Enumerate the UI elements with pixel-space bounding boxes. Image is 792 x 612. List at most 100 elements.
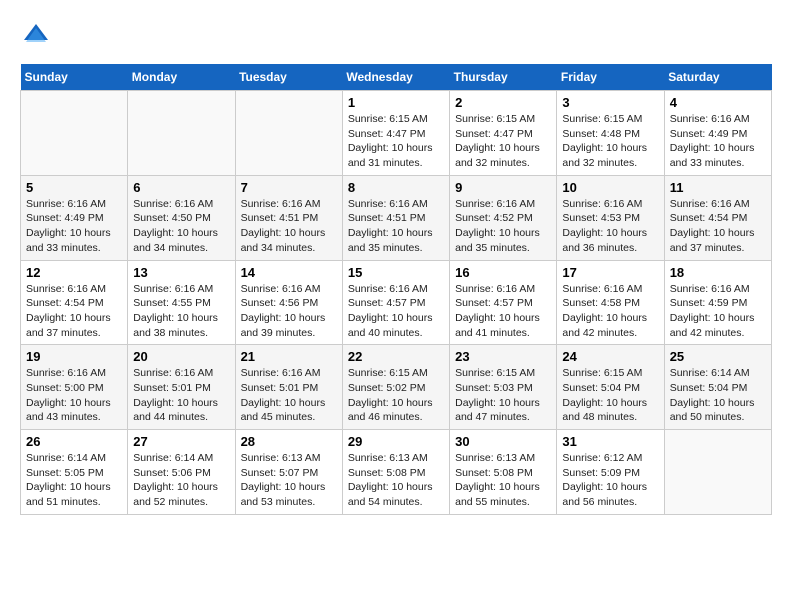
week-row-5: 26 Sunrise: 6:14 AM Sunset: 5:05 PM Dayli… xyxy=(21,430,772,515)
week-row-2: 5 Sunrise: 6:16 AM Sunset: 4:49 PM Daylig… xyxy=(21,175,772,260)
calendar-cell: 10 Sunrise: 6:16 AM Sunset: 4:53 PM Dayli… xyxy=(557,175,664,260)
day-number: 31 xyxy=(562,434,658,449)
day-header-wednesday: Wednesday xyxy=(342,64,449,91)
day-number: 15 xyxy=(348,265,444,280)
day-info: Sunrise: 6:15 AM Sunset: 5:03 PM Dayligh… xyxy=(455,366,551,425)
day-number: 5 xyxy=(26,180,122,195)
logo xyxy=(20,20,50,48)
calendar-cell: 20 Sunrise: 6:16 AM Sunset: 5:01 PM Dayli… xyxy=(128,345,235,430)
calendar-cell: 31 Sunrise: 6:12 AM Sunset: 5:09 PM Dayli… xyxy=(557,430,664,515)
day-info: Sunrise: 6:13 AM Sunset: 5:07 PM Dayligh… xyxy=(241,451,337,510)
day-number: 22 xyxy=(348,349,444,364)
day-number: 9 xyxy=(455,180,551,195)
day-number: 3 xyxy=(562,95,658,110)
calendar-cell: 17Sunrise: 6:16 AM Sunset: 4:58 PM Dayli… xyxy=(557,260,664,345)
day-info: Sunrise: 6:16 AM Sunset: 5:01 PM Dayligh… xyxy=(241,366,337,425)
day-number: 13 xyxy=(133,265,229,280)
day-info: Sunrise: 6:16 AM Sunset: 4:53 PM Dayligh… xyxy=(562,197,658,256)
day-info: Sunrise: 6:14 AM Sunset: 5:06 PM Dayligh… xyxy=(133,451,229,510)
calendar-cell: 1 Sunrise: 6:15 AM Sunset: 4:47 PM Daylig… xyxy=(342,91,449,176)
day-info: Sunrise: 6:16 AM Sunset: 4:51 PM Dayligh… xyxy=(348,197,444,256)
day-info: Sunrise: 6:15 AM Sunset: 4:47 PM Dayligh… xyxy=(348,112,444,171)
day-number: 1 xyxy=(348,95,444,110)
calendar-cell: 15 Sunrise: 6:16 AM Sunset: 4:57 PM Dayli… xyxy=(342,260,449,345)
day-number: 4 xyxy=(670,95,766,110)
calendar-cell: 14 Sunrise: 6:16 AM Sunset: 4:56 PM Dayli… xyxy=(235,260,342,345)
calendar-table: SundayMondayTuesdayWednesdayThursdayFrid… xyxy=(20,64,772,515)
calendar-cell: 29 Sunrise: 6:13 AM Sunset: 5:08 PM Dayli… xyxy=(342,430,449,515)
day-number: 20 xyxy=(133,349,229,364)
day-number: 12 xyxy=(26,265,122,280)
day-info: Sunrise: 6:16 AM Sunset: 4:57 PM Dayligh… xyxy=(348,282,444,341)
day-header-monday: Monday xyxy=(128,64,235,91)
calendar-cell: 18Sunrise: 6:16 AM Sunset: 4:59 PM Dayli… xyxy=(664,260,771,345)
day-number: 26 xyxy=(26,434,122,449)
calendar-cell: 23 Sunrise: 6:15 AM Sunset: 5:03 PM Dayli… xyxy=(450,345,557,430)
calendar-cell: 13 Sunrise: 6:16 AM Sunset: 4:55 PM Dayli… xyxy=(128,260,235,345)
day-header-tuesday: Tuesday xyxy=(235,64,342,91)
calendar-cell: 7 Sunrise: 6:16 AM Sunset: 4:51 PM Daylig… xyxy=(235,175,342,260)
logo-icon xyxy=(22,20,50,48)
day-number: 11 xyxy=(670,180,766,195)
calendar-cell: 3Sunrise: 6:15 AM Sunset: 4:48 PM Daylig… xyxy=(557,91,664,176)
day-number: 14 xyxy=(241,265,337,280)
day-info: Sunrise: 6:16 AM Sunset: 4:50 PM Dayligh… xyxy=(133,197,229,256)
day-number: 27 xyxy=(133,434,229,449)
day-info: Sunrise: 6:16 AM Sunset: 4:49 PM Dayligh… xyxy=(26,197,122,256)
day-number: 6 xyxy=(133,180,229,195)
day-info: Sunrise: 6:13 AM Sunset: 5:08 PM Dayligh… xyxy=(455,451,551,510)
days-header-row: SundayMondayTuesdayWednesdayThursdayFrid… xyxy=(21,64,772,91)
week-row-3: 12 Sunrise: 6:16 AM Sunset: 4:54 PM Dayli… xyxy=(21,260,772,345)
day-info: Sunrise: 6:13 AM Sunset: 5:08 PM Dayligh… xyxy=(348,451,444,510)
day-number: 7 xyxy=(241,180,337,195)
day-info: Sunrise: 6:16 AM Sunset: 4:55 PM Dayligh… xyxy=(133,282,229,341)
day-info: Sunrise: 6:16 AM Sunset: 5:00 PM Dayligh… xyxy=(26,366,122,425)
day-header-thursday: Thursday xyxy=(450,64,557,91)
calendar-cell: 6 Sunrise: 6:16 AM Sunset: 4:50 PM Daylig… xyxy=(128,175,235,260)
calendar-cell: 19 Sunrise: 6:16 AM Sunset: 5:00 PM Dayli… xyxy=(21,345,128,430)
calendar-cell: 26 Sunrise: 6:14 AM Sunset: 5:05 PM Dayli… xyxy=(21,430,128,515)
calendar-cell xyxy=(128,91,235,176)
day-number: 10 xyxy=(562,180,658,195)
calendar-cell: 21Sunrise: 6:16 AM Sunset: 5:01 PM Dayli… xyxy=(235,345,342,430)
day-info: Sunrise: 6:14 AM Sunset: 5:05 PM Dayligh… xyxy=(26,451,122,510)
day-info: Sunrise: 6:15 AM Sunset: 5:04 PM Dayligh… xyxy=(562,366,658,425)
calendar-cell: 22 Sunrise: 6:15 AM Sunset: 5:02 PM Dayli… xyxy=(342,345,449,430)
page-header xyxy=(20,20,772,48)
week-row-1: 1 Sunrise: 6:15 AM Sunset: 4:47 PM Daylig… xyxy=(21,91,772,176)
day-number: 19 xyxy=(26,349,122,364)
calendar-cell xyxy=(664,430,771,515)
week-row-4: 19 Sunrise: 6:16 AM Sunset: 5:00 PM Dayli… xyxy=(21,345,772,430)
day-number: 18 xyxy=(670,265,766,280)
day-number: 29 xyxy=(348,434,444,449)
day-info: Sunrise: 6:16 AM Sunset: 4:54 PM Dayligh… xyxy=(26,282,122,341)
day-number: 23 xyxy=(455,349,551,364)
day-number: 16 xyxy=(455,265,551,280)
day-number: 24 xyxy=(562,349,658,364)
day-info: Sunrise: 6:16 AM Sunset: 4:54 PM Dayligh… xyxy=(670,197,766,256)
calendar-cell: 28 Sunrise: 6:13 AM Sunset: 5:07 PM Dayli… xyxy=(235,430,342,515)
day-number: 2 xyxy=(455,95,551,110)
calendar-cell xyxy=(235,91,342,176)
calendar-cell: 12 Sunrise: 6:16 AM Sunset: 4:54 PM Dayli… xyxy=(21,260,128,345)
day-info: Sunrise: 6:16 AM Sunset: 4:57 PM Dayligh… xyxy=(455,282,551,341)
calendar-cell xyxy=(21,91,128,176)
day-header-saturday: Saturday xyxy=(664,64,771,91)
calendar-cell: 2Sunrise: 6:15 AM Sunset: 4:47 PM Daylig… xyxy=(450,91,557,176)
day-info: Sunrise: 6:14 AM Sunset: 5:04 PM Dayligh… xyxy=(670,366,766,425)
calendar-cell: 8Sunrise: 6:16 AM Sunset: 4:51 PM Daylig… xyxy=(342,175,449,260)
day-info: Sunrise: 6:16 AM Sunset: 4:49 PM Dayligh… xyxy=(670,112,766,171)
calendar-cell: 5 Sunrise: 6:16 AM Sunset: 4:49 PM Daylig… xyxy=(21,175,128,260)
day-info: Sunrise: 6:16 AM Sunset: 4:52 PM Dayligh… xyxy=(455,197,551,256)
day-info: Sunrise: 6:15 AM Sunset: 5:02 PM Dayligh… xyxy=(348,366,444,425)
calendar-cell: 30 Sunrise: 6:13 AM Sunset: 5:08 PM Dayli… xyxy=(450,430,557,515)
day-info: Sunrise: 6:12 AM Sunset: 5:09 PM Dayligh… xyxy=(562,451,658,510)
day-info: Sunrise: 6:16 AM Sunset: 4:51 PM Dayligh… xyxy=(241,197,337,256)
day-number: 25 xyxy=(670,349,766,364)
day-info: Sunrise: 6:16 AM Sunset: 5:01 PM Dayligh… xyxy=(133,366,229,425)
day-info: Sunrise: 6:16 AM Sunset: 4:56 PM Dayligh… xyxy=(241,282,337,341)
calendar-cell: 27 Sunrise: 6:14 AM Sunset: 5:06 PM Dayli… xyxy=(128,430,235,515)
day-number: 28 xyxy=(241,434,337,449)
day-number: 17 xyxy=(562,265,658,280)
day-number: 30 xyxy=(455,434,551,449)
